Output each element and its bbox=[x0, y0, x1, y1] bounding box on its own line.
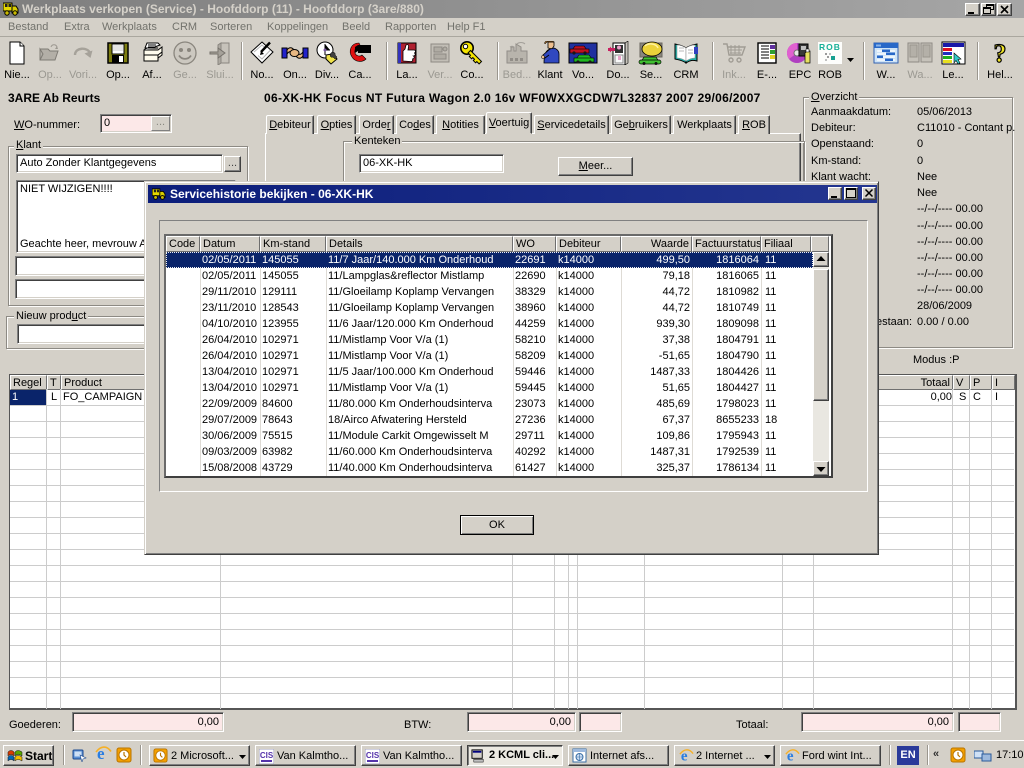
svg-text:CIS: CIS bbox=[260, 751, 274, 760]
svg-text:CIS: CIS bbox=[366, 751, 380, 760]
svg-text:ROB: ROB bbox=[819, 42, 841, 52]
svg-text:?: ? bbox=[994, 41, 1007, 65]
